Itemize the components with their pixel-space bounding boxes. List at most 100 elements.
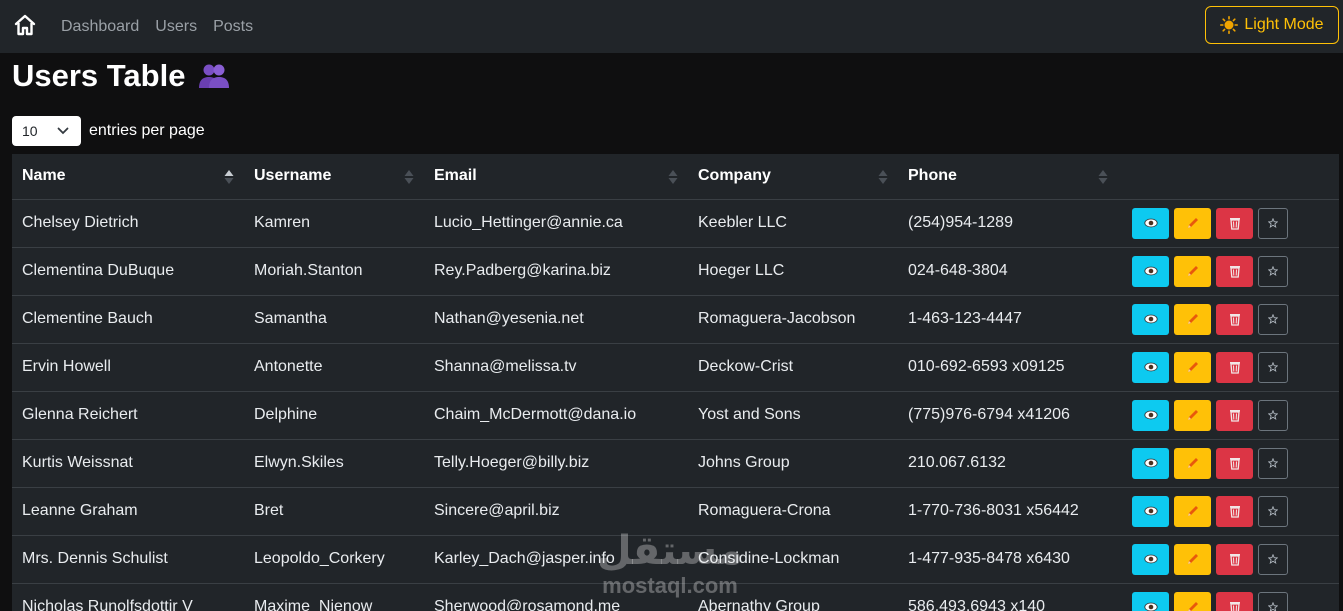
name-cell: Clementine Bauch xyxy=(12,295,244,344)
row-actions xyxy=(1128,207,1329,239)
username-cell: Maxime_Nienow xyxy=(244,583,424,611)
view-button[interactable] xyxy=(1132,447,1169,479)
email-cell: Rey.Padberg@karina.biz xyxy=(424,247,688,296)
watermark: مستقل mostaql.com xyxy=(597,528,743,598)
nav-link-posts[interactable]: Posts xyxy=(213,18,253,36)
phone-cell: (775)976-6794 x41206 xyxy=(898,391,1118,440)
column-label: Email xyxy=(434,167,477,185)
row-actions xyxy=(1128,543,1329,575)
column-header-username[interactable]: Username xyxy=(244,154,424,200)
delete-button[interactable] xyxy=(1216,495,1253,527)
column-header-name[interactable]: Name xyxy=(12,154,244,200)
view-button[interactable] xyxy=(1132,255,1169,287)
light-mode-button[interactable]: Light Mode xyxy=(1205,6,1339,44)
company-cell: Hoeger LLC xyxy=(688,247,898,296)
favorite-button[interactable] xyxy=(1258,303,1288,335)
edit-button[interactable] xyxy=(1174,447,1211,479)
favorite-button[interactable] xyxy=(1258,591,1288,611)
delete-button[interactable] xyxy=(1216,399,1253,431)
edit-button[interactable] xyxy=(1174,255,1211,287)
favorite-button[interactable] xyxy=(1258,543,1288,575)
row-actions xyxy=(1128,447,1329,479)
edit-button[interactable] xyxy=(1174,399,1211,431)
delete-button[interactable] xyxy=(1216,351,1253,383)
view-button[interactable] xyxy=(1132,543,1169,575)
trash-icon xyxy=(1229,506,1240,518)
username-cell: Moriah.Stanton xyxy=(244,247,424,296)
username-cell: Kamren xyxy=(244,199,424,248)
delete-button[interactable] xyxy=(1216,591,1253,611)
edit-button[interactable] xyxy=(1174,495,1211,527)
navbar: Dashboard Users Posts Light Mode xyxy=(0,0,1343,53)
edit-button[interactable] xyxy=(1174,543,1211,575)
eye-icon xyxy=(1143,362,1158,372)
name-cell: Kurtis Weissnat xyxy=(12,439,244,488)
phone-cell: 010-692-6593 x09125 xyxy=(898,343,1118,392)
nav-link-users[interactable]: Users xyxy=(155,18,197,36)
view-button[interactable] xyxy=(1132,303,1169,335)
row-actions xyxy=(1128,495,1329,527)
table-row: Kurtis Weissnat Elwyn.Skiles Telly.Hoeger@… xyxy=(12,439,1339,488)
star-icon xyxy=(1268,362,1278,372)
favorite-button[interactable] xyxy=(1258,255,1288,287)
company-cell: Deckow-Crist xyxy=(688,343,898,392)
favorite-button[interactable] xyxy=(1258,351,1288,383)
entries-value: 10 xyxy=(22,123,38,139)
pencil-icon xyxy=(1187,458,1198,468)
username-cell: Delphine xyxy=(244,391,424,440)
name-cell: Nicholas Runolfsdottir V xyxy=(12,583,244,611)
delete-button[interactable] xyxy=(1216,207,1253,239)
delete-button[interactable] xyxy=(1216,447,1253,479)
watermark-arabic: مستقل xyxy=(597,528,743,574)
delete-button[interactable] xyxy=(1216,255,1253,287)
delete-button[interactable] xyxy=(1216,543,1253,575)
company-cell: Romaguera-Jacobson xyxy=(688,295,898,344)
row-actions xyxy=(1128,591,1329,611)
pencil-icon xyxy=(1187,362,1198,372)
edit-button[interactable] xyxy=(1174,207,1211,239)
eye-icon xyxy=(1143,266,1158,276)
actions-cell xyxy=(1118,583,1339,611)
star-icon xyxy=(1268,314,1278,324)
view-button[interactable] xyxy=(1132,351,1169,383)
phone-cell: (254)954-1289 xyxy=(898,199,1118,248)
actions-cell xyxy=(1118,199,1339,248)
actions-cell xyxy=(1118,247,1339,296)
column-header-actions xyxy=(1118,154,1339,200)
delete-button[interactable] xyxy=(1216,303,1253,335)
favorite-button[interactable] xyxy=(1258,447,1288,479)
view-button[interactable] xyxy=(1132,495,1169,527)
sort-icon xyxy=(1098,170,1108,184)
star-icon xyxy=(1268,410,1278,420)
column-header-company[interactable]: Company xyxy=(688,154,898,200)
view-button[interactable] xyxy=(1132,207,1169,239)
company-cell: Johns Group xyxy=(688,439,898,488)
favorite-button[interactable] xyxy=(1258,399,1288,431)
view-button[interactable] xyxy=(1132,399,1169,431)
eye-icon xyxy=(1143,410,1158,420)
trash-icon xyxy=(1229,410,1240,422)
eye-icon xyxy=(1143,458,1158,468)
nav-link-dashboard[interactable]: Dashboard xyxy=(61,18,139,36)
edit-button[interactable] xyxy=(1174,303,1211,335)
table-row: Clementine Bauch Samantha Nathan@yesenia.n… xyxy=(12,295,1339,344)
actions-cell xyxy=(1118,295,1339,344)
edit-button[interactable] xyxy=(1174,351,1211,383)
edit-button[interactable] xyxy=(1174,591,1211,611)
column-header-email[interactable]: Email xyxy=(424,154,688,200)
home-button[interactable] xyxy=(12,12,38,38)
column-header-phone[interactable]: Phone xyxy=(898,154,1118,200)
favorite-button[interactable] xyxy=(1258,495,1288,527)
row-actions xyxy=(1128,255,1329,287)
email-cell: Telly.Hoeger@billy.biz xyxy=(424,439,688,488)
favorite-button[interactable] xyxy=(1258,207,1288,239)
username-cell: Leopoldo_Corkery xyxy=(244,535,424,584)
username-cell: Samantha xyxy=(244,295,424,344)
email-cell: Shanna@melissa.tv xyxy=(424,343,688,392)
view-button[interactable] xyxy=(1132,591,1169,611)
pencil-icon xyxy=(1187,554,1198,564)
star-icon xyxy=(1268,266,1278,276)
name-cell: Mrs. Dennis Schulist xyxy=(12,535,244,584)
email-cell: Chaim_McDermott@dana.io xyxy=(424,391,688,440)
entries-per-page-select[interactable]: 10 xyxy=(12,116,81,146)
